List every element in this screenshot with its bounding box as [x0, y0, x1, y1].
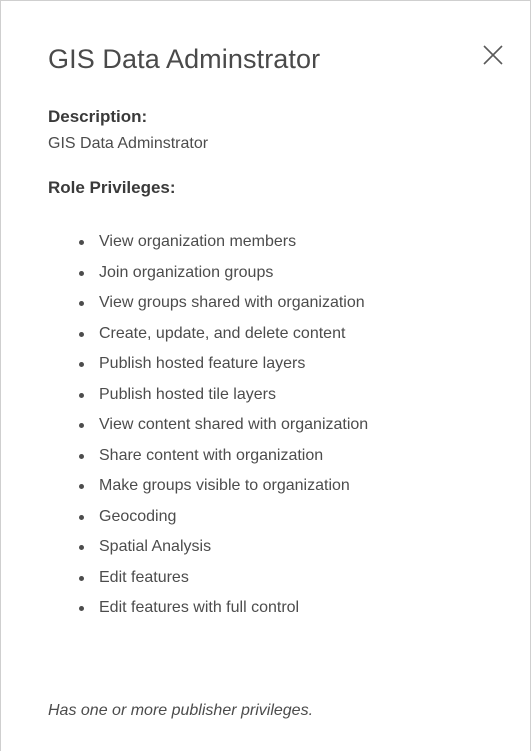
privilege-item: View content shared with organization — [75, 414, 368, 445]
privilege-label: Edit features with full control — [99, 599, 300, 616]
bullet-icon — [79, 362, 84, 367]
bullet-icon — [79, 514, 84, 520]
description-value: GIS Data Adminstrator — [48, 135, 209, 152]
bullet-icon — [79, 545, 84, 550]
privilege-item: View organization members — [75, 231, 368, 262]
privilege-item: Share content with organization — [75, 445, 368, 476]
privilege-item: Edit features — [75, 567, 368, 598]
privilege-item: Make groups visible to organization — [75, 475, 368, 506]
privilege-item: View groups shared with organization — [75, 292, 368, 323]
bullet-icon — [79, 423, 84, 428]
privilege-label: Publish hosted feature layers — [99, 355, 306, 372]
publisher-note: Has one or more publisher privileges. — [48, 702, 314, 719]
bullet-icon — [79, 575, 84, 581]
bullet-icon — [79, 240, 84, 245]
privilege-label: View groups shared with organization — [99, 294, 365, 311]
close-button[interactable] — [478, 40, 508, 70]
privilege-label: View content shared with organization — [99, 416, 369, 433]
privilege-label: Spatial Analysis — [99, 538, 212, 555]
privilege-label: Create, update, and delete content — [99, 324, 346, 342]
privilege-item: Spatial Analysis — [75, 536, 368, 567]
privilege-item: Publish hosted tile layers — [75, 384, 368, 415]
bullet-icon — [79, 270, 84, 276]
privilege-item: Geocoding — [75, 506, 368, 537]
privilege-label: Make groups visible to organization — [99, 477, 350, 494]
bullet-icon — [79, 606, 84, 611]
privilege-item: Edit features with full control — [75, 597, 368, 628]
privileges-label: Role Privileges: — [48, 178, 176, 197]
role-details-panel: GIS Data Adminstrator Description: GIS D… — [0, 0, 531, 751]
bullet-icon — [79, 453, 84, 459]
description-label: Description: — [48, 107, 148, 126]
bullet-icon — [79, 484, 84, 489]
privilege-label: Publish hosted tile layers — [99, 385, 276, 403]
privilege-label: Share content with organization — [99, 446, 324, 464]
privilege-label: Join organization groups — [99, 263, 274, 281]
privilege-label: Geocoding — [99, 507, 177, 525]
privileges-list: View organization members Join organizat… — [75, 231, 368, 628]
privilege-item: Publish hosted feature layers — [75, 353, 368, 384]
privilege-label: View organization members — [99, 233, 297, 250]
close-icon — [483, 45, 503, 65]
privilege-item: Create, update, and delete content — [75, 323, 368, 354]
privilege-item: Join organization groups — [75, 262, 368, 293]
bullet-icon — [79, 331, 84, 337]
bullet-icon — [79, 301, 84, 306]
privilege-label: Edit features — [99, 568, 189, 586]
dialog-title: GIS Data Adminstrator — [48, 44, 321, 74]
bullet-icon — [79, 392, 84, 398]
